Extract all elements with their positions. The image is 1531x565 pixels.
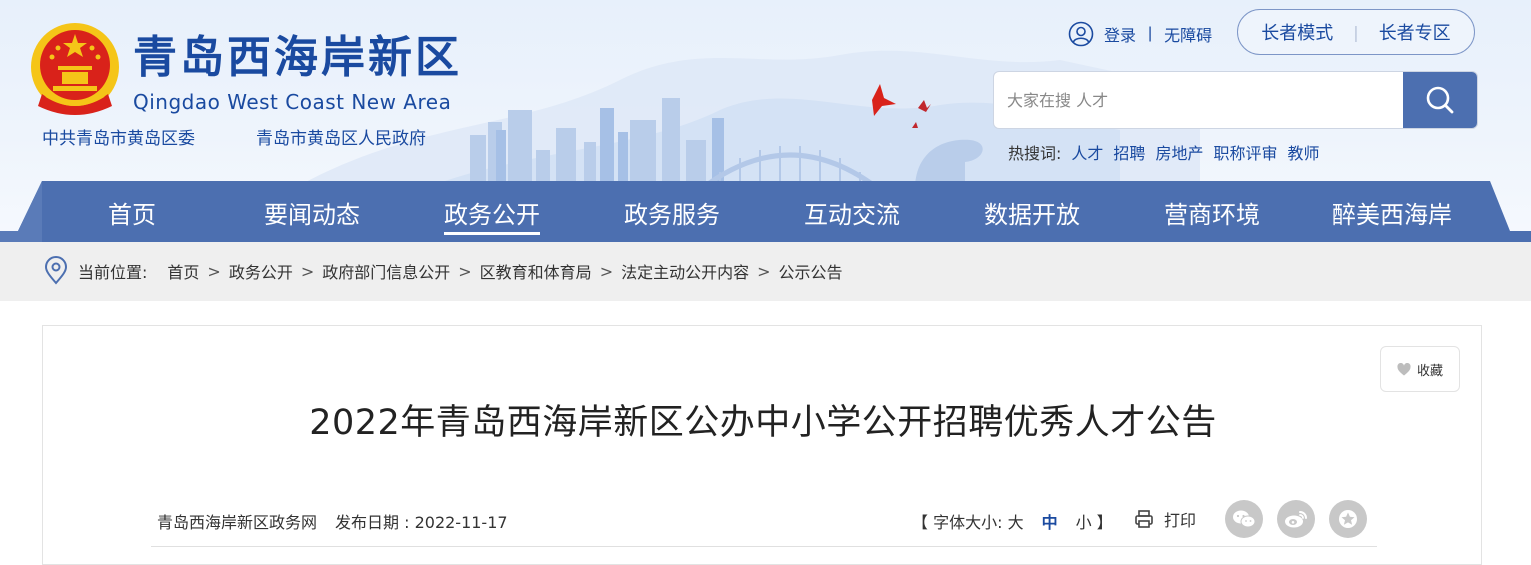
font-size-control: 【 字体大小: 大 中 小 】	[912, 509, 1113, 533]
font-size-small[interactable]: 小 】	[1076, 509, 1113, 533]
accessibility-link[interactable]: 无障碍	[1164, 22, 1212, 46]
print-button[interactable]: 打印	[1134, 506, 1196, 532]
nav-item-business[interactable]: 营商环境	[1122, 181, 1302, 242]
hot-search-label: 热搜词:	[1008, 144, 1062, 163]
site-subtitle: Qingdao West Coast New Area	[133, 90, 452, 114]
breadcrumb-item[interactable]: 法定主动公开内容	[621, 259, 749, 283]
login-link[interactable]: 登录	[1104, 22, 1136, 46]
hot-word[interactable]: 职称评审	[1213, 140, 1277, 164]
favorite-label: 收藏	[1416, 363, 1443, 379]
nav-item-scenery[interactable]: 醉美西海岸	[1302, 181, 1482, 242]
breadcrumb-separator: >	[207, 261, 221, 281]
breadcrumb-separator: >	[599, 261, 614, 281]
nav-item-news[interactable]: 要闻动态	[222, 181, 402, 242]
national-emblem-logo	[31, 23, 119, 115]
weibo-icon	[1285, 511, 1307, 528]
hot-word[interactable]: 房地产	[1155, 140, 1203, 164]
article-meta: 青岛西海岸新区政务网 发布日期 : 2022-11-17	[157, 509, 508, 533]
printer-icon	[1135, 510, 1153, 528]
nav-item-gov-services[interactable]: 政务服务	[582, 181, 762, 242]
font-size-medium[interactable]: 中	[1042, 509, 1058, 533]
elder-mode-switch: 长者模式 | 长者专区	[1237, 9, 1475, 55]
search-box	[993, 71, 1478, 129]
article-divider	[151, 546, 1377, 547]
org-party-link[interactable]: 中共青岛市黄岛区委	[42, 124, 195, 149]
share-wechat-button[interactable]	[1225, 500, 1263, 538]
search-input[interactable]	[994, 72, 1402, 128]
favorite-button[interactable]: 收藏	[1380, 346, 1460, 392]
search-icon	[1426, 86, 1454, 114]
nav-item-open-data[interactable]: 数据开放	[942, 181, 1122, 242]
nav-item-gov-affairs-open[interactable]: 政务公开	[402, 181, 582, 242]
share-favorite-star-button[interactable]	[1329, 500, 1367, 538]
hot-word[interactable]: 人才	[1071, 140, 1103, 164]
search-button[interactable]	[1403, 72, 1477, 128]
hot-word[interactable]: 教师	[1287, 140, 1319, 164]
heart-icon	[1397, 362, 1411, 375]
breadcrumb-separator: >	[300, 261, 315, 281]
breadcrumb-item[interactable]: 政务公开	[229, 259, 293, 283]
main-nav: 首页 要闻动态 政务公开 政务服务 互动交流 数据开放 营商环境 醉美西海岸	[0, 181, 1531, 242]
divider: |	[1353, 22, 1359, 42]
wechat-icon	[1233, 510, 1256, 528]
share-weibo-button[interactable]	[1277, 500, 1315, 538]
breadcrumb-separator: >	[757, 261, 771, 281]
article-source: 青岛西海岸新区政务网	[157, 513, 318, 532]
article-title: 2022年青岛西海岸新区公办中小学公开招聘优秀人才公告	[309, 403, 1217, 443]
star-icon	[1339, 510, 1357, 528]
user-circle-icon[interactable]	[1068, 21, 1094, 47]
publish-date: 发布日期 : 2022-11-17	[335, 513, 508, 532]
breadcrumb-item[interactable]: 区教育和体育局	[480, 259, 592, 283]
nav-item-home[interactable]: 首页	[42, 181, 222, 242]
org-government-link[interactable]: 青岛市黄岛区人民政府	[256, 124, 426, 149]
site-title: 青岛西海岸新区	[133, 32, 462, 83]
hot-search-words: 热搜词: 人才 招聘 房地产 职称评审 教师	[1008, 140, 1319, 164]
map-pin-icon	[44, 256, 68, 285]
nav-item-interaction[interactable]: 互动交流	[762, 181, 942, 242]
top-links: 登录 | 无障碍	[1068, 20, 1212, 48]
divider: |	[1148, 25, 1153, 42]
breadcrumb-separator: >	[458, 261, 472, 281]
font-size-large[interactable]: 【 字体大小: 大	[912, 509, 1024, 533]
nav-items: 首页 要闻动态 政务公开 政务服务 互动交流 数据开放 营商环境 醉美西海岸	[42, 181, 1482, 242]
elder-mode-link[interactable]: 长者模式	[1261, 19, 1333, 45]
breadcrumb: 当前位置: 首页 > 政务公开 > 政府部门信息公开 > 区教育和体育局 > 法…	[42, 256, 843, 286]
site-header: 青岛西海岸新区 Qingdao West Coast New Area 中共青岛…	[0, 0, 1531, 242]
elder-zone-link[interactable]: 长者专区	[1379, 19, 1451, 45]
breadcrumb-item[interactable]: 首页	[167, 259, 199, 283]
print-label: 打印	[1164, 511, 1197, 530]
breadcrumb-item[interactable]: 政府部门信息公开	[322, 259, 450, 283]
breadcrumb-bar: 当前位置: 首页 > 政务公开 > 政府部门信息公开 > 区教育和体育局 > 法…	[0, 242, 1531, 301]
article-card: 收藏 2022年青岛西海岸新区公办中小学公开招聘优秀人才公告 青岛西海岸新区政务…	[42, 325, 1482, 565]
breadcrumb-item-current[interactable]: 公示公告	[779, 259, 843, 283]
hot-word[interactable]: 招聘	[1113, 140, 1145, 164]
breadcrumb-label: 当前位置:	[78, 263, 148, 282]
